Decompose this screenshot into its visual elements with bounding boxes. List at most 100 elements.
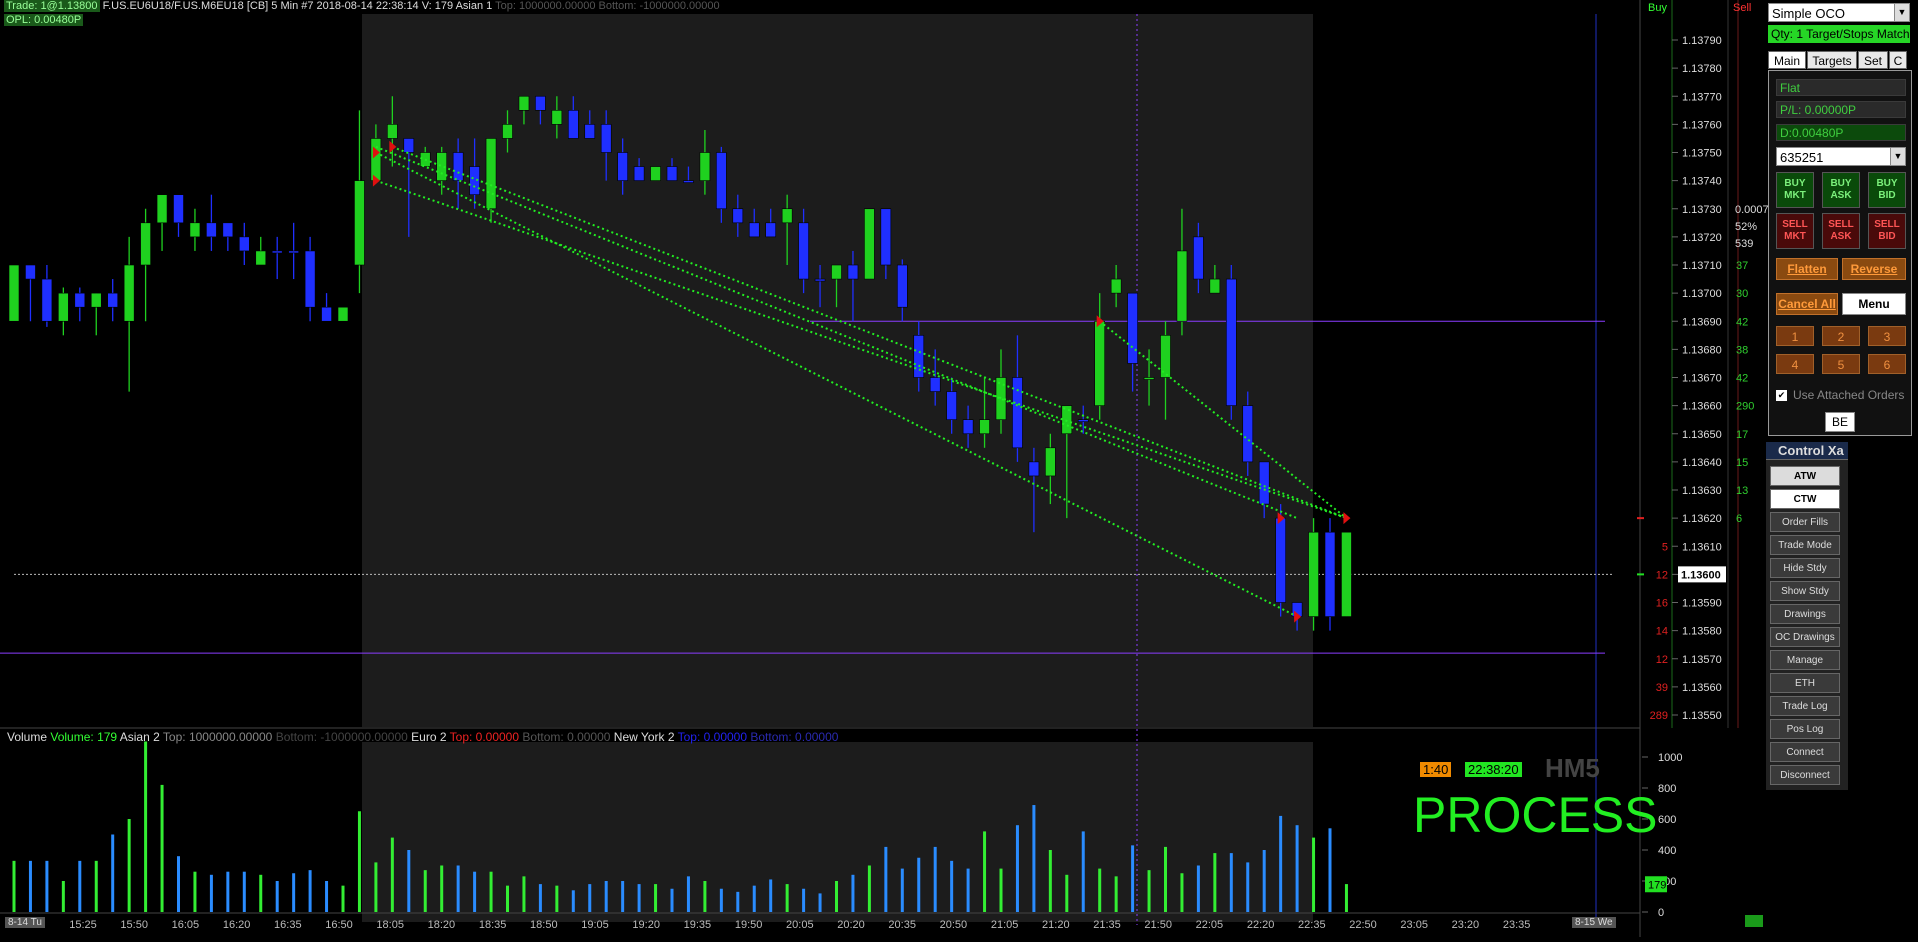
current-volume-label: 179 bbox=[1648, 879, 1666, 891]
volume-bar bbox=[78, 860, 82, 912]
volume-bar bbox=[292, 873, 296, 912]
volume-bar bbox=[1081, 831, 1085, 912]
scroll-grip[interactable] bbox=[1745, 915, 1763, 927]
candle-body bbox=[485, 138, 497, 210]
qty-match-select[interactable]: Qty: 1 Target/Stops Match bbox=[1768, 25, 1910, 43]
control-button-disconnect[interactable]: Disconnect bbox=[1770, 765, 1840, 785]
reverse-button[interactable]: Reverse bbox=[1842, 258, 1906, 280]
control-button-ctw[interactable]: CTW bbox=[1770, 489, 1840, 509]
use-attached-label: Use Attached Orders bbox=[1793, 388, 1905, 402]
account-select[interactable]: 635251 ▼ bbox=[1776, 147, 1906, 166]
qty-button-6[interactable]: 6 bbox=[1868, 354, 1906, 374]
price-tick-label: 1.13730 bbox=[1682, 204, 1722, 216]
volume-bar bbox=[1246, 862, 1250, 912]
flatten-button[interactable]: Flatten bbox=[1776, 258, 1838, 280]
price-tick-label: 1.13790 bbox=[1682, 35, 1722, 47]
volume-bar bbox=[555, 885, 559, 912]
ny2-bottom: Bottom: 0.00000 bbox=[750, 730, 839, 744]
control-button-atw[interactable]: ATW bbox=[1770, 466, 1840, 486]
euro2-top: Top: 0.00000 bbox=[449, 730, 520, 744]
sell-ask-button[interactable]: SELL ASK bbox=[1822, 213, 1860, 249]
volume-bar bbox=[538, 884, 542, 912]
qty-button-5[interactable]: 5 bbox=[1822, 354, 1860, 374]
process-status: PROCESS bbox=[1413, 787, 1658, 843]
candle-body bbox=[814, 278, 826, 282]
candle-body bbox=[321, 306, 332, 322]
volume-bar bbox=[604, 881, 608, 912]
volume-bar bbox=[1180, 873, 1184, 912]
sell-mkt-button[interactable]: SELL MKT bbox=[1776, 213, 1814, 249]
qty-button-3[interactable]: 3 bbox=[1868, 326, 1906, 346]
volume-bar bbox=[1328, 828, 1332, 912]
time-tick-label: 19:05 bbox=[581, 919, 609, 931]
control-button-oc-drawings[interactable]: OC Drawings bbox=[1770, 627, 1840, 647]
volume-bar bbox=[654, 884, 658, 912]
control-button-show-stdy[interactable]: Show Stdy bbox=[1770, 581, 1840, 601]
candle-body bbox=[74, 292, 86, 308]
dom-bid-size: 39 bbox=[1656, 682, 1668, 694]
menu-button[interactable]: Menu bbox=[1842, 293, 1906, 315]
volume-bar bbox=[226, 871, 230, 912]
volume-bar bbox=[473, 871, 477, 912]
volume-bar bbox=[12, 860, 16, 912]
euro2-label: Euro 2 bbox=[411, 730, 447, 744]
volume-bar bbox=[703, 881, 707, 912]
time-tick-label: 22:05 bbox=[1196, 919, 1224, 931]
candle-body bbox=[946, 391, 957, 420]
price-tick-label: 1.13550 bbox=[1682, 710, 1722, 722]
chevron-down-icon[interactable]: ▼ bbox=[1894, 4, 1909, 21]
buy-ask-button[interactable]: BUY ASK bbox=[1822, 172, 1860, 208]
qty-button-1[interactable]: 1 bbox=[1776, 326, 1814, 346]
candle-body bbox=[798, 222, 809, 280]
volume-bar bbox=[341, 885, 345, 912]
volume-bar bbox=[423, 870, 427, 912]
tab-main[interactable]: Main bbox=[1768, 51, 1806, 69]
volume-bar bbox=[621, 881, 625, 912]
tab-set[interactable]: Set bbox=[1858, 51, 1888, 69]
volume-bar bbox=[1213, 853, 1217, 912]
candle-body bbox=[979, 419, 990, 435]
strategy-select[interactable]: Simple OCO ▼ bbox=[1768, 3, 1910, 22]
chart-area[interactable]: 1.13790 1.13780 1.13770 1.13760 1.13750 1.137… bbox=[0, 0, 1918, 937]
control-button-pos-log[interactable]: Pos Log bbox=[1770, 719, 1840, 739]
control-button-connect[interactable]: Connect bbox=[1770, 742, 1840, 762]
volume-bar bbox=[127, 819, 131, 912]
candle-body bbox=[1341, 531, 1352, 617]
be-button[interactable]: BE bbox=[1825, 412, 1855, 432]
control-button-eth[interactable]: ETH bbox=[1770, 673, 1840, 693]
candle-body bbox=[567, 110, 579, 139]
qty-button-2[interactable]: 2 bbox=[1822, 326, 1860, 346]
use-attached-checkbox[interactable]: ✔ bbox=[1776, 390, 1787, 401]
volume-bar bbox=[94, 860, 98, 912]
candle-body bbox=[1045, 447, 1056, 477]
volume-bar bbox=[325, 881, 329, 912]
time-tick-label: 18:20 bbox=[428, 919, 456, 931]
price-tick-label: 1.13710 bbox=[1682, 260, 1722, 272]
tab-targets[interactable]: Targets bbox=[1807, 51, 1857, 69]
control-button-trade-log[interactable]: Trade Log bbox=[1770, 696, 1840, 716]
control-button-order-fills[interactable]: Order Fills bbox=[1770, 512, 1840, 532]
control-button-trade-mode[interactable]: Trade Mode bbox=[1770, 535, 1840, 555]
candle-body bbox=[1275, 517, 1286, 603]
cancel-all-button[interactable]: Cancel All bbox=[1776, 293, 1838, 315]
candle-body bbox=[25, 264, 36, 280]
candle-body bbox=[107, 292, 118, 308]
tab-c[interactable]: C bbox=[1889, 51, 1907, 69]
volume-bar bbox=[1114, 876, 1118, 912]
control-button-hide-stdy[interactable]: Hide Stdy bbox=[1770, 558, 1840, 578]
buy-bid-button[interactable]: BUY BID bbox=[1868, 172, 1906, 208]
time-tick-label: 16:20 bbox=[223, 919, 251, 931]
qty-button-4[interactable]: 4 bbox=[1776, 354, 1814, 374]
control-button-drawings[interactable]: Drawings bbox=[1770, 604, 1840, 624]
chevron-down-icon[interactable]: ▼ bbox=[1890, 148, 1905, 165]
trade-marker bbox=[1343, 512, 1351, 525]
control-button-manage[interactable]: Manage bbox=[1770, 650, 1840, 670]
buy-mkt-button[interactable]: BUY MKT bbox=[1776, 172, 1814, 208]
candle-body bbox=[913, 335, 925, 378]
candle-body bbox=[617, 152, 628, 181]
asian2-top: Top: 1000000.00000 bbox=[162, 730, 273, 744]
sell-bid-button[interactable]: SELL BID bbox=[1868, 213, 1906, 249]
candle-body bbox=[1143, 377, 1155, 380]
price-tick-label: 1.13570 bbox=[1682, 654, 1722, 666]
candle-body bbox=[354, 180, 365, 266]
